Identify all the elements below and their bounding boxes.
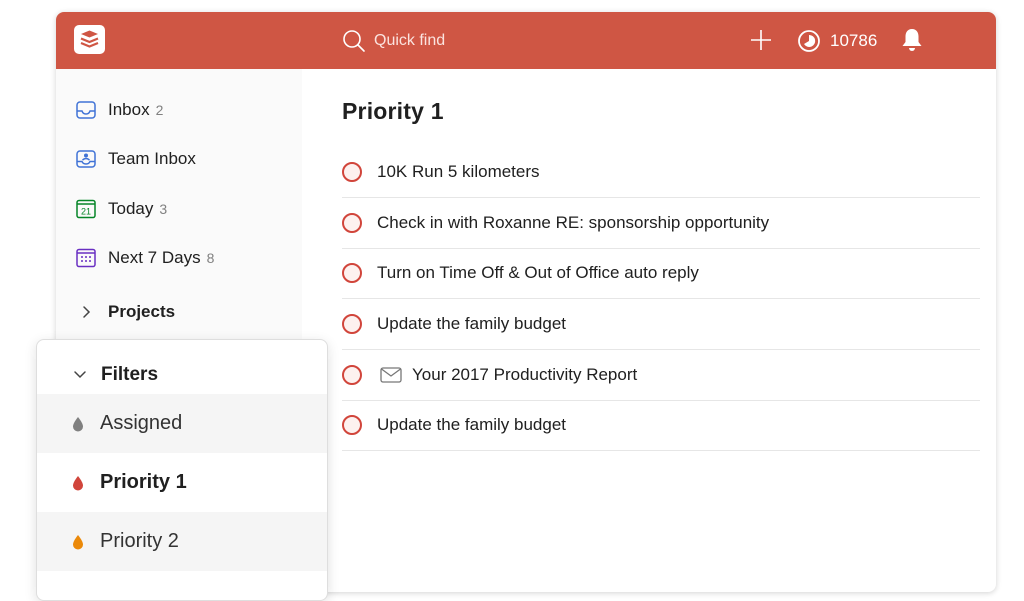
search-icon bbox=[343, 30, 365, 52]
filters-toggle[interactable]: Filters bbox=[73, 364, 158, 386]
task-text[interactable]: Update the family budget bbox=[377, 314, 566, 334]
projects-label: Projects bbox=[108, 302, 176, 321]
sidebar-item-count: 2 bbox=[155, 102, 164, 118]
mail-icon bbox=[380, 367, 402, 383]
task-text[interactable]: Check in with Roxanne RE: sponsorship op… bbox=[377, 213, 769, 233]
app-logo-icon[interactable] bbox=[74, 25, 105, 54]
filter-item-priority-1[interactable]: Priority 1 bbox=[37, 453, 327, 512]
sidebar-item-count: 3 bbox=[159, 201, 168, 217]
plus-icon bbox=[751, 30, 771, 50]
sidebar-item-team-inbox[interactable]: Team Inbox bbox=[76, 147, 196, 171]
inbox-icon bbox=[76, 101, 96, 119]
filters-panel: Filters Assigned Priority 1 Priority 2 bbox=[36, 339, 328, 601]
task-row[interactable]: 10K Run 5 kilometers bbox=[342, 147, 980, 198]
task-text[interactable]: Your 2017 Productivity Report bbox=[412, 365, 637, 385]
sidebar-item-label: Today bbox=[108, 199, 154, 218]
task-row[interactable]: Update the family budget bbox=[342, 400, 980, 451]
quick-find-search[interactable]: Quick find bbox=[342, 28, 445, 54]
task-complete-checkbox[interactable] bbox=[342, 162, 362, 182]
task-text[interactable]: Update the family budget bbox=[377, 415, 566, 435]
bell-icon bbox=[902, 29, 922, 51]
sidebar-item-next-7-days[interactable]: Next 7 Days 8 bbox=[76, 246, 214, 270]
chevron-down-icon bbox=[74, 371, 86, 379]
chevron-right-icon bbox=[83, 306, 91, 318]
filter-item-label: Priority 2 bbox=[100, 530, 179, 552]
task-complete-checkbox[interactable] bbox=[342, 365, 362, 385]
sidebar-item-inbox[interactable]: Inbox 2 bbox=[76, 98, 163, 122]
team-inbox-icon bbox=[76, 150, 96, 168]
sidebar-item-today[interactable]: 21 Today 3 bbox=[76, 197, 167, 221]
drop-icon bbox=[73, 475, 83, 490]
filter-item-label: Assigned bbox=[100, 412, 183, 434]
filter-item-assigned[interactable]: Assigned bbox=[37, 394, 327, 453]
task-complete-checkbox[interactable] bbox=[342, 314, 362, 334]
karma-points: 10786 bbox=[830, 31, 878, 50]
add-task-button[interactable] bbox=[750, 29, 772, 51]
task-text[interactable]: 10K Run 5 kilometers bbox=[377, 162, 540, 182]
calendar-week-icon bbox=[76, 248, 96, 268]
task-complete-checkbox[interactable] bbox=[342, 263, 362, 283]
drop-icon bbox=[73, 416, 83, 431]
task-row[interactable]: Turn on Time Off & Out of Office auto re… bbox=[342, 248, 980, 299]
notifications-button[interactable] bbox=[901, 28, 923, 57]
task-row[interactable]: Your 2017 Productivity Report bbox=[342, 350, 980, 401]
karma-button[interactable]: 10786 bbox=[797, 29, 877, 53]
sidebar-item-label: Team Inbox bbox=[108, 149, 196, 168]
calendar-today-icon: 21 bbox=[76, 199, 96, 219]
projects-toggle[interactable]: Projects bbox=[82, 302, 175, 322]
task-row[interactable]: Update the family budget bbox=[342, 299, 980, 350]
sidebar-item-count: 8 bbox=[206, 250, 215, 266]
karma-icon bbox=[798, 30, 820, 52]
task-row[interactable]: Check in with Roxanne RE: sponsorship op… bbox=[342, 198, 980, 249]
filter-item-priority-2[interactable]: Priority 2 bbox=[37, 512, 327, 571]
task-text[interactable]: Turn on Time Off & Out of Office auto re… bbox=[377, 263, 699, 283]
top-bar: Quick find 10786 bbox=[56, 12, 996, 69]
task-complete-checkbox[interactable] bbox=[342, 415, 362, 435]
drop-icon bbox=[73, 534, 83, 549]
page-title: Priority 1 bbox=[342, 98, 444, 124]
filter-item-label: Priority 1 bbox=[100, 471, 187, 493]
task-complete-checkbox[interactable] bbox=[342, 213, 362, 233]
sidebar-item-label: Next 7 Days bbox=[108, 248, 201, 267]
sidebar-item-label: Inbox bbox=[108, 100, 150, 119]
search-placeholder: Quick find bbox=[374, 32, 446, 49]
filters-label: Filters bbox=[101, 364, 159, 385]
svg-text:21: 21 bbox=[81, 207, 91, 217]
